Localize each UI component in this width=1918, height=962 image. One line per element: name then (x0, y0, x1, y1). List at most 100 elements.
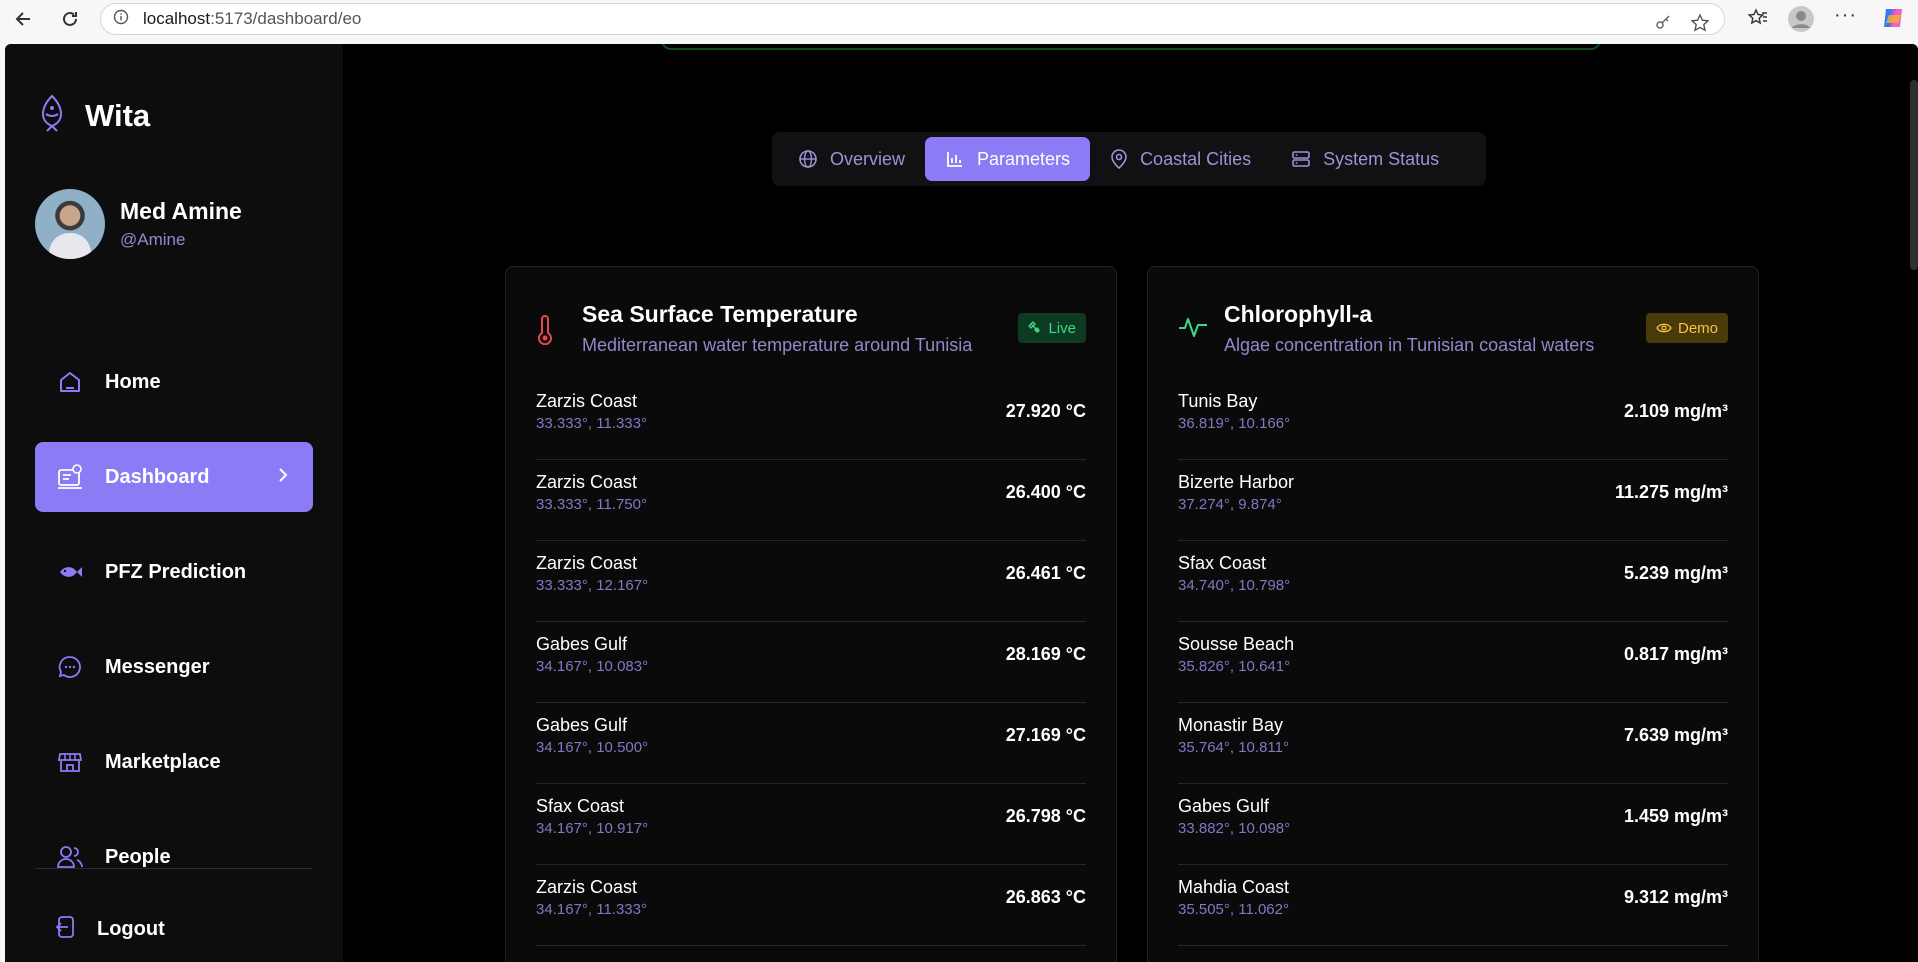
chlorophyll-value: 5.239 mg/m³ (1623, 563, 1728, 583)
card-title: Chlorophyll-a (1224, 301, 1373, 327)
brand-name: Wita (85, 97, 151, 133)
sidebar-item-people[interactable]: People (35, 822, 313, 892)
temperature-value: 26.461 °C (1005, 563, 1086, 583)
list-item[interactable]: Gabes Gulf 33.882°, 10.098° 1.459 mg/m³ (1178, 784, 1728, 865)
star-icon[interactable] (1690, 13, 1710, 38)
tab-coastal-cities[interactable]: Coastal Cities (1090, 137, 1271, 181)
eye-icon (1656, 322, 1672, 334)
thermometer-icon (536, 315, 554, 350)
list-item[interactable]: Gabes Gulf 34.167°, 10.500° 27.169 °C (536, 703, 1086, 784)
store-icon (55, 747, 85, 777)
map-pin-icon (1110, 149, 1128, 169)
sidebar-item-home[interactable]: Home (35, 347, 313, 417)
chlorophyll-card: Chlorophyll-a Algae concentration in Tun… (1147, 266, 1759, 962)
main-content: Overview Parameters Coastal Cities Syste… (343, 44, 1918, 962)
location-coordinates: 34.740°, 10.798° (1178, 577, 1291, 594)
chlorophyll-value: 1.459 mg/m³ (1623, 806, 1728, 826)
list-item[interactable]: Gabes Gulf 34.167°, 10.083° 28.169 °C (536, 622, 1086, 703)
temperature-value: 28.169 °C (1005, 644, 1086, 664)
list-item[interactable]: Mahdia Coast 35.505°, 11.062° 9.312 mg/m³ (1178, 865, 1728, 946)
temperature-value: 26.798 °C (1005, 806, 1086, 826)
list-item[interactable]: Zarzis Coast 33.333°, 12.167° 26.461 °C (536, 541, 1086, 622)
location-name: Zarzis Coast (536, 877, 638, 897)
user-profile[interactable]: Med Amine @Amine (35, 189, 242, 259)
back-icon[interactable] (10, 5, 38, 33)
location-coordinates: 33.882°, 10.098° (1178, 820, 1291, 837)
favorites-icon[interactable] (1747, 7, 1769, 34)
location-name: Tunis Bay (1178, 391, 1258, 411)
list-item[interactable]: Tunis Bay 36.819°, 10.166° 2.109 mg/m³ (1178, 379, 1728, 460)
card-subtitle: Algae concentration in Tunisian coastal … (1224, 335, 1595, 355)
chlorophyll-value: 0.817 mg/m³ (1623, 644, 1728, 664)
location-name: Gabes Gulf (1178, 796, 1270, 816)
list-item[interactable]: Sfax Coast 34.167°, 10.917° 26.798 °C (536, 784, 1086, 865)
profile-icon[interactable] (1787, 5, 1815, 38)
location-coordinates: 37.274°, 9.874° (1178, 496, 1282, 513)
sidebar-item-label: Messenger (105, 655, 210, 678)
page-scrollbar[interactable] (1910, 80, 1918, 270)
logout-icon (55, 914, 79, 945)
chevron-right-icon (277, 466, 289, 489)
sidebar-item-label: Home (105, 370, 161, 393)
sea-surface-temperature-card: Sea Surface Temperature Mediterranean wa… (505, 266, 1117, 962)
location-name: Zarzis Coast (536, 472, 638, 492)
brand[interactable]: Wita (39, 94, 150, 137)
location-coordinates: 35.826°, 10.641° (1178, 658, 1291, 675)
location-name: Sfax Coast (536, 796, 625, 816)
bar-chart-icon (945, 149, 965, 169)
list-item[interactable]: Zarzis Coast 33.333°, 11.333° 27.920 °C (536, 379, 1086, 460)
sidebar-item-label: People (105, 845, 171, 868)
list-item[interactable]: Monastir Bay 35.764°, 10.811° 7.639 mg/m³ (1178, 703, 1728, 784)
chlorophyll-value: 7.639 mg/m³ (1623, 725, 1728, 745)
activity-icon (1178, 315, 1208, 344)
sidebar-menu: Home Dashboard PFZ Prediction Messenger … (35, 347, 313, 917)
sidebar: Wita Med Amine @Amine Home Dashboard PFZ… (5, 44, 343, 962)
address-bar[interactable]: localhost:5173/dashboard/eo (100, 3, 1725, 35)
location-name: Gabes Gulf (536, 715, 628, 735)
sst-list: Zarzis Coast 33.333°, 11.333° 27.920 °C Za… (536, 379, 1086, 946)
tab-label: Coastal Cities (1140, 148, 1252, 169)
location-name: Sfax Coast (1178, 553, 1267, 573)
tab-overview[interactable]: Overview (778, 137, 925, 181)
tab-parameters[interactable]: Parameters (925, 137, 1091, 181)
globe-icon (798, 149, 818, 169)
profile-name: Med Amine (120, 198, 242, 224)
location-name: Zarzis Coast (536, 553, 638, 573)
info-icon[interactable] (113, 9, 129, 30)
list-item[interactable]: Bizerte Harbor 37.274°, 9.874° 11.275 mg/m… (1178, 460, 1728, 541)
location-coordinates: 33.333°, 11.333° (536, 415, 647, 432)
sidebar-item-label: PFZ Prediction (105, 560, 247, 583)
location-name: Bizerte Harbor (1178, 472, 1295, 492)
list-item[interactable]: Zarzis Coast 34.167°, 11.333° 26.863 °C (536, 865, 1086, 946)
badge-label: Live (1048, 319, 1076, 337)
more-icon[interactable]: ··· (1834, 4, 1857, 27)
list-item[interactable]: Sfax Coast 34.740°, 10.798° 5.239 mg/m³ (1178, 541, 1728, 622)
chlorophyll-value: 2.109 mg/m³ (1623, 401, 1728, 421)
logout-label: Logout (97, 918, 165, 940)
reload-icon[interactable] (56, 5, 84, 33)
key-icon[interactable] (1654, 13, 1672, 36)
home-icon (55, 367, 85, 397)
sidebar-item-messenger[interactable]: Messenger (35, 632, 313, 702)
card-subtitle: Mediterranean water temperature around T… (582, 335, 973, 355)
logout-button[interactable]: Logout (55, 914, 165, 945)
avatar (35, 189, 105, 259)
sidebar-item-marketplace[interactable]: Marketplace (35, 727, 313, 797)
location-name: Gabes Gulf (536, 634, 628, 654)
location-coordinates: 34.167°, 10.083° (536, 658, 649, 675)
location-coordinates: 35.764°, 10.811° (1178, 739, 1289, 756)
list-item[interactable]: Sousse Beach 35.826°, 10.641° 0.817 mg/m³ (1178, 622, 1728, 703)
dashboard-tabs: Overview Parameters Coastal Cities Syste… (772, 132, 1486, 186)
list-item[interactable]: Zarzis Coast 33.333°, 11.750° 26.400 °C (536, 460, 1086, 541)
sidebar-item-dashboard[interactable]: Dashboard (35, 442, 313, 512)
tab-label: Parameters (977, 148, 1071, 169)
browser-toolbar: localhost:5173/dashboard/eo ··· (0, 0, 1918, 38)
temperature-value: 27.169 °C (1005, 725, 1086, 745)
tab-system-status[interactable]: System Status (1271, 137, 1459, 181)
chlorophyll-value: 9.312 mg/m³ (1623, 887, 1728, 907)
tab-label: Overview (830, 148, 906, 169)
sidebar-item-pfz-prediction[interactable]: PFZ Prediction (35, 537, 313, 607)
location-coordinates: 35.505°, 11.062° (1178, 901, 1289, 918)
live-badge: Live (1018, 313, 1086, 343)
copilot-icon[interactable] (1880, 5, 1906, 36)
